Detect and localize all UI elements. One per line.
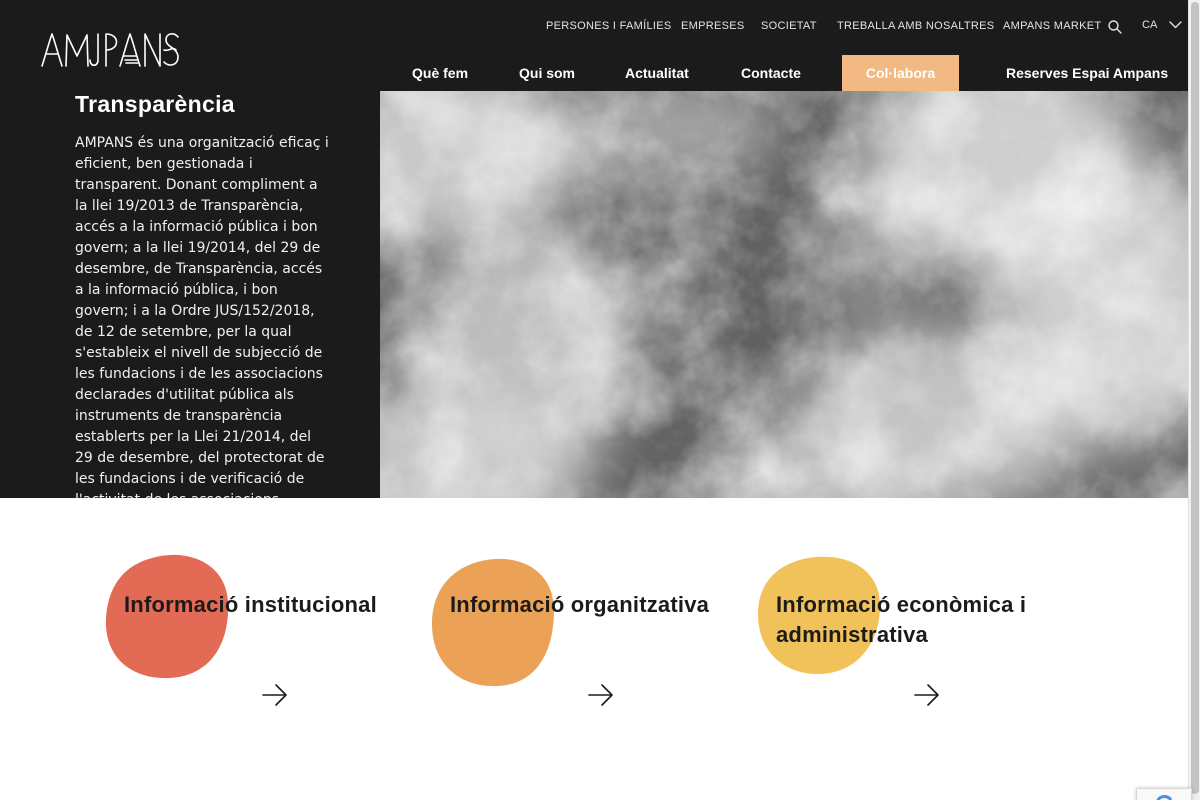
language-selector[interactable]: CA [1142,19,1182,31]
card-informacio-organitzativa[interactable]: Informació organitzativa [426,552,726,722]
recaptcha-icon [1156,795,1173,800]
ampans-logo-icon [41,33,179,67]
search-button[interactable] [1107,19,1123,35]
chevron-down-icon [1169,21,1182,29]
card-title: Informació econòmica i administrativa [776,592,1027,647]
card-informacio-institucional[interactable]: Informació institucional [100,552,400,722]
language-label: CA [1142,19,1158,31]
page-title: Transparència [75,91,235,117]
nav-qui-som[interactable]: Qui som [519,55,575,91]
clouds-image [380,91,1188,498]
nav-collabora-button[interactable]: Col·labora [842,55,959,91]
recaptcha-badge[interactable] [1136,788,1192,800]
card-informacio-economica[interactable]: Informació econòmica i administrativa [752,552,1052,722]
nav-reserves-espai[interactable]: Reserves Espai Ampans [1006,55,1168,91]
blob-fill [432,558,554,687]
arrow-right-icon [914,684,939,706]
top-nav-empreses[interactable]: EMPRESES [681,20,745,32]
nav-contacte[interactable]: Contacte [741,55,801,91]
search-icon [1108,20,1122,34]
hero-text-panel: Transparència AMPANS és una organització… [0,91,380,498]
nav-actualitat[interactable]: Actualitat [625,55,689,91]
top-nav-societat[interactable]: SOCIETAT [761,20,817,32]
arrow-right-icon [262,684,287,706]
arrow-right-icon [588,684,613,706]
scrollbar-thumb[interactable] [1191,2,1199,794]
blob-shape-orange [432,558,554,687]
top-nav-treballa[interactable]: TREBALLA AMB NOSALTRES [837,20,994,32]
hero-cloud-image [380,91,1188,498]
card-title: Informació organitzativa [450,592,710,617]
ampans-logo[interactable] [40,30,182,70]
page-scrollbar[interactable] [1188,0,1200,800]
top-nav-market[interactable]: AMPANS MARKET [1003,20,1101,32]
card-title: Informació institucional [124,592,377,617]
nav-que-fem[interactable]: Què fem [412,55,468,91]
hero-description: AMPANS és una organització eficaç i efic… [75,135,329,498]
top-nav-persones[interactable]: PERSONES I FAMÍLIES [546,20,672,32]
site-header: PERSONES I FAMÍLIES EMPRESES SOCIETAT TR… [0,0,1188,91]
